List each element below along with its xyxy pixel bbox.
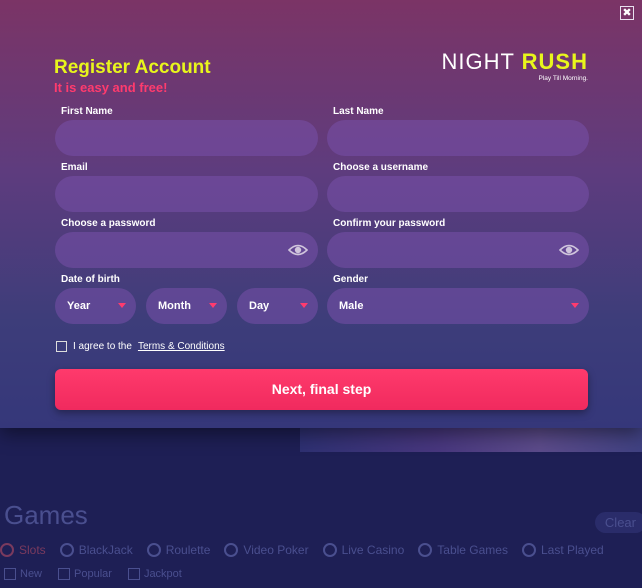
blackjack-icon: [59, 543, 74, 557]
username-label: Choose a username: [333, 162, 429, 173]
filter-popular[interactable]: Popular: [58, 568, 112, 580]
filter-jackpot[interactable]: Jackpot: [127, 568, 182, 580]
gender-select[interactable]: Male: [327, 288, 589, 324]
tab-blackjack[interactable]: BlackJack: [59, 543, 133, 557]
chevron-down-icon: [118, 303, 126, 308]
first-name-field: [55, 120, 318, 156]
tab-video-poker[interactable]: Video Poker: [224, 543, 309, 557]
confirm-password-input[interactable]: [327, 232, 589, 268]
username-input[interactable]: [327, 176, 589, 212]
register-modal: ✖ Register Account It is easy and free! …: [0, 0, 642, 428]
password-field: [55, 232, 318, 268]
first-name-label: First Name: [61, 106, 113, 117]
table-games-icon: [418, 543, 433, 557]
last-name-field: [327, 120, 589, 156]
logo-tagline: Play Till Morning.: [538, 75, 589, 82]
clear-button[interactable]: Clear: [594, 512, 642, 533]
terms-checkbox[interactable]: [56, 341, 67, 352]
video-poker-icon: [224, 543, 239, 557]
games-heading: Games: [4, 500, 88, 530]
terms-agreement: I agree to the Terms & Conditions: [56, 341, 225, 352]
filter-new[interactable]: New: [4, 568, 42, 580]
confirm-password-label: Confirm your password: [333, 218, 446, 229]
email-input[interactable]: [55, 176, 318, 212]
nightrush-logo: NIGHT RUSH Play Till Morning.: [441, 49, 589, 83]
modal-title: Register Account: [54, 57, 211, 78]
first-name-input[interactable]: [55, 120, 318, 156]
username-field: [327, 176, 589, 212]
dob-year-select[interactable]: Year: [55, 288, 136, 324]
eye-icon[interactable]: [288, 241, 308, 259]
password-input[interactable]: [55, 232, 318, 268]
tab-live-casino[interactable]: Live Casino: [322, 543, 404, 557]
filter-checkbox: [4, 568, 16, 580]
confirm-password-field: [327, 232, 589, 268]
eye-icon[interactable]: [559, 241, 579, 259]
roulette-icon: [146, 543, 161, 557]
tab-table-games[interactable]: Table Games: [418, 543, 508, 557]
dob-label: Date of birth: [61, 274, 120, 285]
modal-subtitle: It is easy and free!: [54, 80, 168, 95]
game-category-tabs: Slots BlackJack Roulette Video Poker Liv…: [0, 543, 642, 557]
last-played-icon: [521, 543, 536, 557]
email-label: Email: [61, 162, 88, 173]
tab-roulette[interactable]: Roulette: [146, 543, 210, 557]
tab-slots[interactable]: Slots: [0, 543, 46, 557]
password-label: Choose a password: [61, 218, 156, 229]
terms-link[interactable]: Terms & Conditions: [138, 341, 225, 352]
live-casino-icon: [322, 543, 337, 557]
filter-checkbox: [127, 568, 140, 580]
last-name-label: Last Name: [333, 106, 384, 117]
agree-text: I agree to the: [73, 341, 132, 352]
chevron-down-icon: [571, 303, 579, 308]
slots-icon: [0, 543, 14, 557]
last-name-input[interactable]: [327, 120, 589, 156]
game-filters: New Popular Jackpot: [4, 568, 182, 580]
tab-last-played[interactable]: Last Played: [521, 543, 604, 557]
chevron-down-icon: [209, 303, 217, 308]
chevron-down-icon: [300, 303, 308, 308]
next-step-button[interactable]: Next, final step: [55, 369, 588, 410]
filter-checkbox: [58, 568, 71, 580]
gender-label: Gender: [333, 274, 369, 285]
email-field: [55, 176, 318, 212]
dob-month-select[interactable]: Month: [146, 288, 227, 324]
dob-day-select[interactable]: Day: [237, 288, 318, 324]
close-icon[interactable]: ✖: [620, 6, 634, 20]
